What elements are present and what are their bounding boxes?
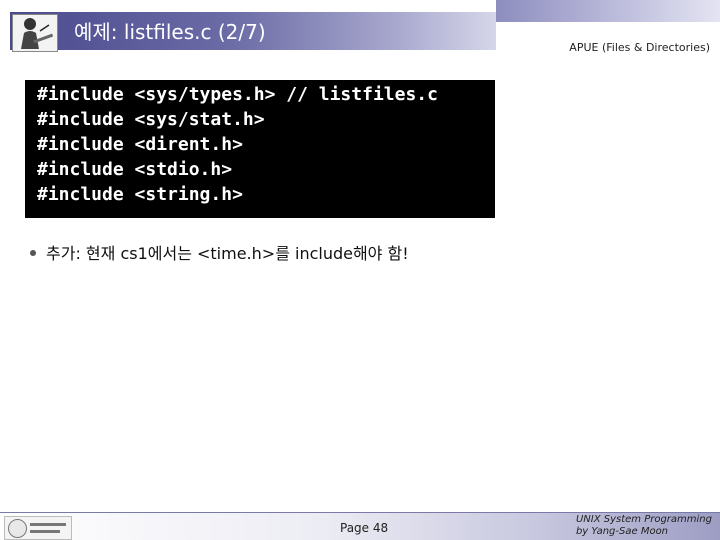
bullet-item: 추가: 현재 cs1에서는 <time.h>를 include해야 함! [30, 240, 409, 264]
course-author: by Yang-Sae Moon [575, 526, 669, 537]
course-credit: UNIX System Programming by Yang-Sae Moon [576, 514, 712, 538]
university-seal-icon [4, 516, 72, 540]
professor-writing-icon [12, 14, 58, 52]
course-name: UNIX System Programming [575, 514, 712, 525]
code-line: #include <sys/stat.h> [37, 109, 265, 130]
bullet-text: 추가: 현재 cs1에서는 <time.h>를 include해야 함! [46, 244, 409, 263]
course-topic-label: APUE (Files & Directories) [569, 41, 710, 54]
code-line: #include <dirent.h> [37, 134, 243, 155]
page-title: 예제: listfiles.c (2/7) [74, 20, 266, 44]
code-block: #include <sys/types.h> // listfiles.c #i… [25, 80, 495, 218]
code-line: #include <sys/types.h> // listfiles.c [37, 84, 438, 105]
code-line: #include <stdio.h> [37, 159, 233, 180]
code-line: #include <string.h> [37, 184, 243, 205]
page-number: Page 48 [340, 521, 389, 535]
bullet-icon [30, 249, 36, 256]
header-decoration-band [496, 0, 720, 22]
